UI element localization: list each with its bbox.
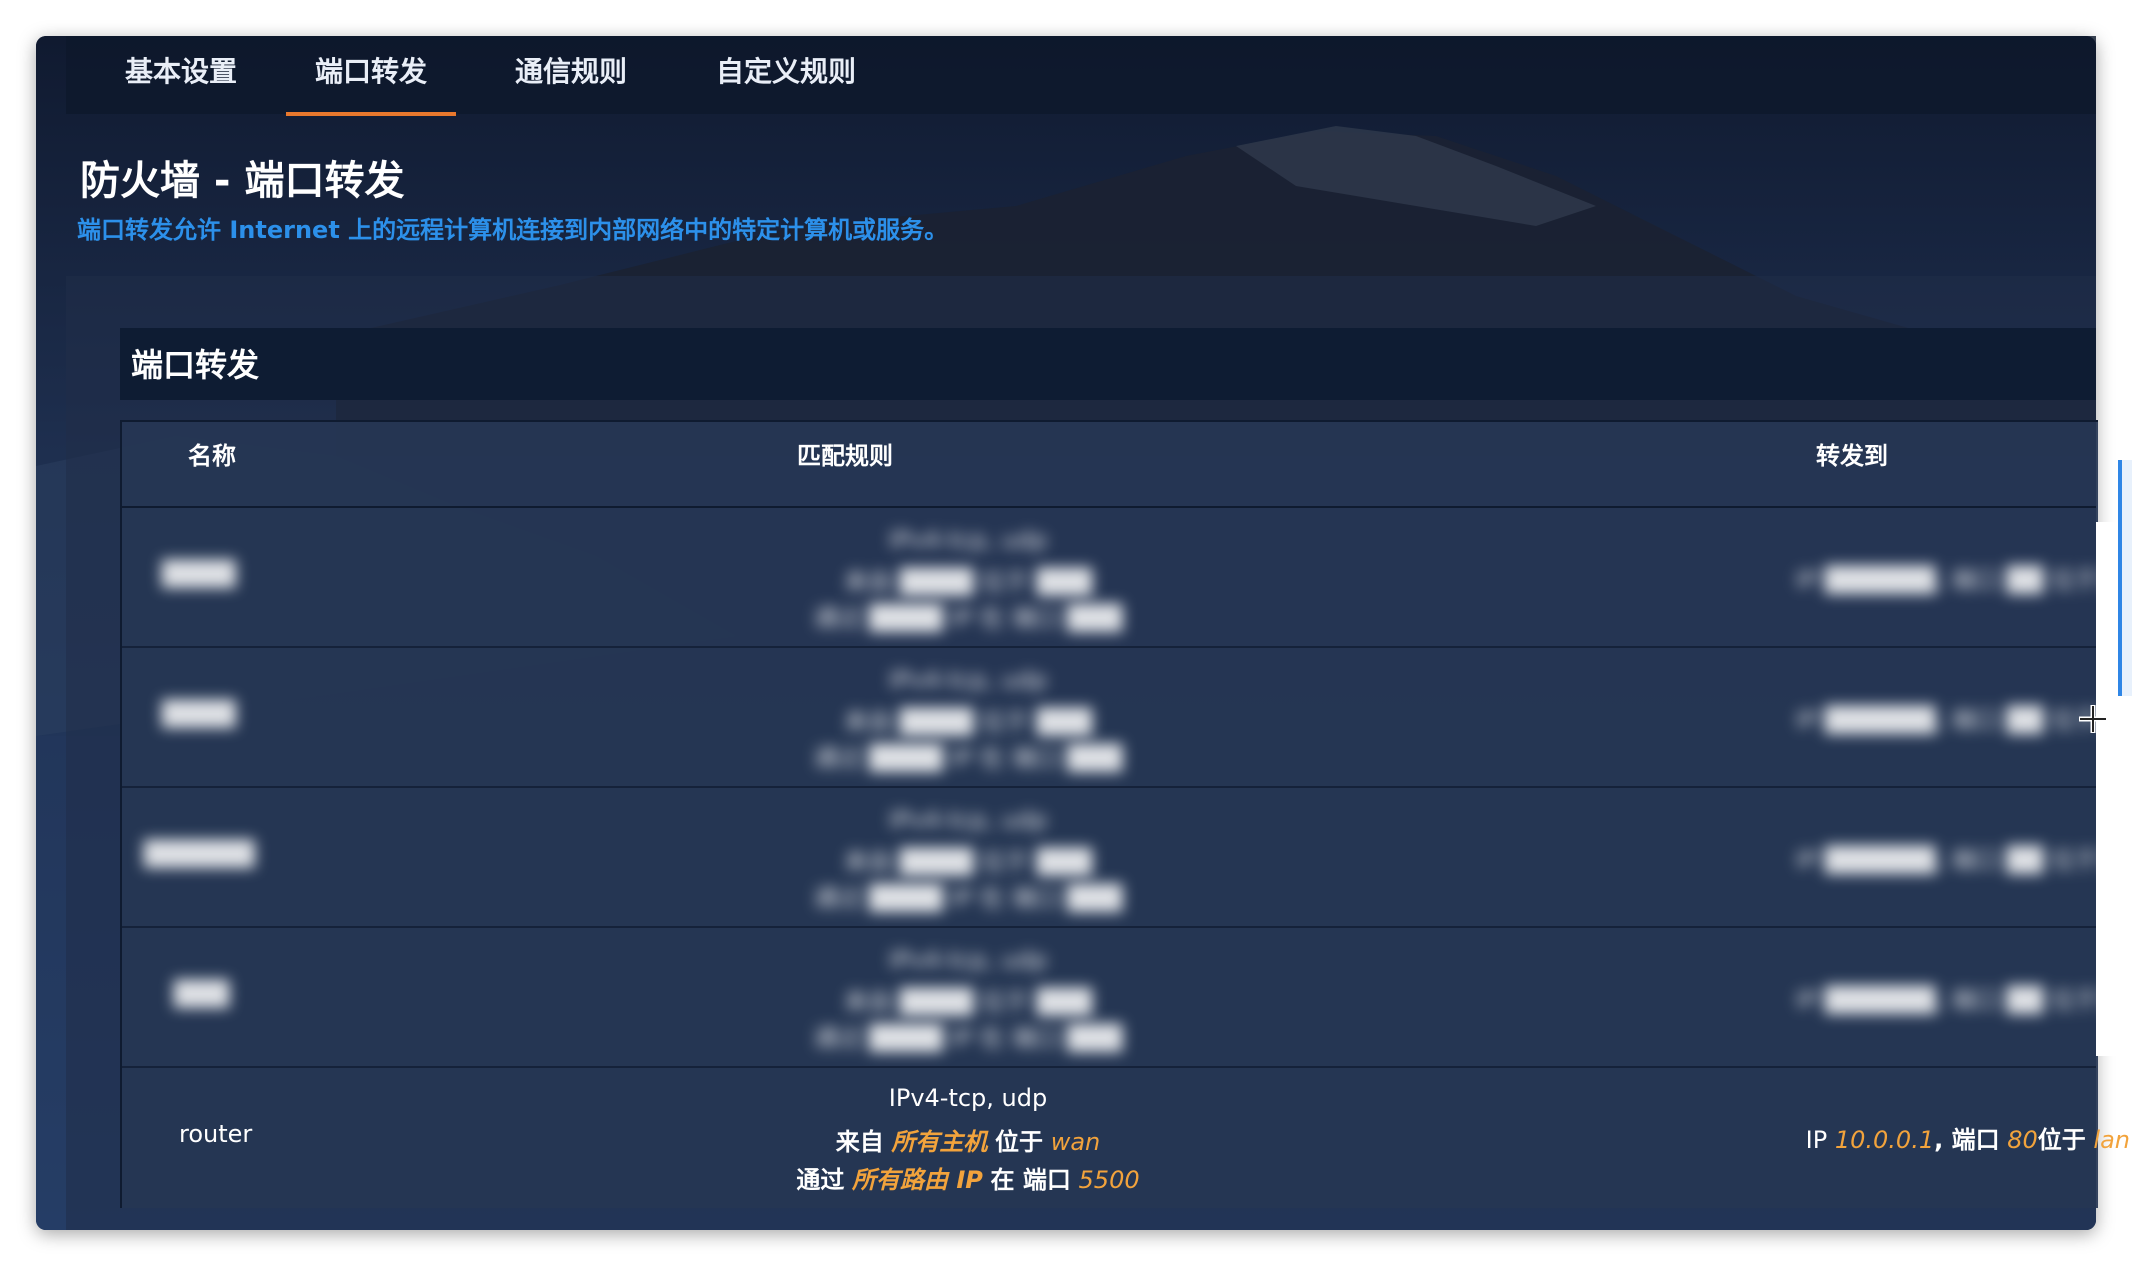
row-proto: IPv4-tcp, udp xyxy=(888,946,1048,974)
tab-custom-rules[interactable]: 自定义规则 xyxy=(686,36,886,114)
row-via: 通过 ████ IP 在 端口 ███ xyxy=(813,1024,1123,1052)
row-via: 通过 ████ IP 在 端口 ███ xyxy=(813,744,1123,772)
table-header xyxy=(120,420,2096,508)
to-ip-label: IP xyxy=(1805,1126,1828,1154)
to-zone: lan xyxy=(2093,1126,2130,1154)
to-ip: 10.0.0.1 xyxy=(1834,1126,1935,1154)
row-name: ████ xyxy=(162,560,236,588)
row-via: 通过 所有路由 IP 在 端口 5500 xyxy=(568,1160,1368,1195)
tab-basic-settings[interactable]: 基本设置 xyxy=(96,36,266,114)
via-port: 5500 xyxy=(1078,1166,1140,1194)
row-name: ███ xyxy=(174,980,230,1008)
row-proto: IPv4-tcp, udp xyxy=(888,666,1048,694)
header-match-rule: 匹配规则 xyxy=(797,442,893,470)
table-row[interactable]: ██████ IPv4-tcp, udp 来自 ████ 位于 ███ 通过 █… xyxy=(122,788,2132,928)
row-name: ████ xyxy=(162,700,236,728)
from-host: 所有主机 xyxy=(891,1128,988,1156)
tab-bar: 基本设置 端口转发 通信规则 自定义规则 xyxy=(66,36,2096,116)
table-row[interactable]: ████ IPv4-tcp, udp 来自 ████ 位于 ███ 通过 ███… xyxy=(122,508,2132,648)
row-from: 来自 所有主机 位于 wan xyxy=(568,1122,1368,1157)
via-ip: 所有路由 IP xyxy=(852,1166,983,1194)
row-from: 来自 ████ 位于 ███ xyxy=(843,848,1093,876)
table-row-router[interactable]: router IPv4-tcp, udp 来自 所有主机 位于 wan 通过 所… xyxy=(122,1068,2130,1204)
header-name: 名称 xyxy=(188,442,236,470)
from-zone: wan xyxy=(1050,1128,1101,1156)
page-title: 防火墙 - 端口转发 xyxy=(80,158,405,204)
row-proto: IPv4-tcp, udp xyxy=(888,526,1048,554)
row-name: router xyxy=(179,1120,253,1148)
via-mid: 在 端口 xyxy=(990,1166,1071,1194)
section-title: 端口转发 xyxy=(131,346,260,384)
row-via: 通过 ████ IP 在 端口 ███ xyxy=(813,884,1123,912)
row-proto: IPv4-tcp, udp xyxy=(888,1084,1048,1112)
row-forward: IP ██████, 端口 ██ 位于 ███ xyxy=(1795,706,2132,734)
to-port-label: , 端口 xyxy=(1934,1126,2000,1154)
tab-traffic-rules[interactable]: 通信规则 xyxy=(486,36,656,114)
from-prefix: 来自 xyxy=(835,1128,884,1156)
crosshair-cursor-icon xyxy=(2079,705,2107,733)
row-from: 来自 ████ 位于 ███ xyxy=(843,708,1093,736)
row-forward: IP ██████, 端口 ██ 位于 ███ xyxy=(1795,986,2132,1014)
row-forward: IP 10.0.0.1, 端口 80位于 lan xyxy=(1630,1120,2130,1155)
section-header xyxy=(120,328,2096,400)
side-panel-edge[interactable] xyxy=(2118,460,2132,696)
table-row[interactable]: ████ IPv4-tcp, udp 来自 ████ 位于 ███ 通过 ███… xyxy=(122,648,2132,788)
row-forward: IP ██████, 端口 ██ 位于 ███ xyxy=(1795,566,2132,594)
row-from: 来自 ████ 位于 ███ xyxy=(843,988,1093,1016)
page-description: 端口转发允许 Internet 上的远程计算机连接到内部网络中的特定计算机或服务… xyxy=(77,216,949,244)
via-prefix: 通过 xyxy=(796,1166,845,1194)
to-port: 80 xyxy=(2007,1126,2038,1154)
header-forward-to: 转发到 xyxy=(1816,442,1888,470)
row-forward: IP ██████, 端口 ██ 位于 ███ xyxy=(1795,846,2132,874)
from-mid: 位于 xyxy=(995,1128,1044,1156)
row-proto: IPv4-tcp, udp xyxy=(888,806,1048,834)
row-from: 来自 ████ 位于 ███ xyxy=(843,568,1093,596)
to-zone-label: 位于 xyxy=(2037,1126,2086,1154)
table-row[interactable]: ███ IPv4-tcp, udp 来自 ████ 位于 ███ 通过 ████… xyxy=(122,928,2132,1068)
row-name: ██████ xyxy=(144,840,255,868)
tab-port-forward[interactable]: 端口转发 xyxy=(286,36,456,116)
row-via: 通过 ████ IP 在 端口 ███ xyxy=(813,604,1123,632)
